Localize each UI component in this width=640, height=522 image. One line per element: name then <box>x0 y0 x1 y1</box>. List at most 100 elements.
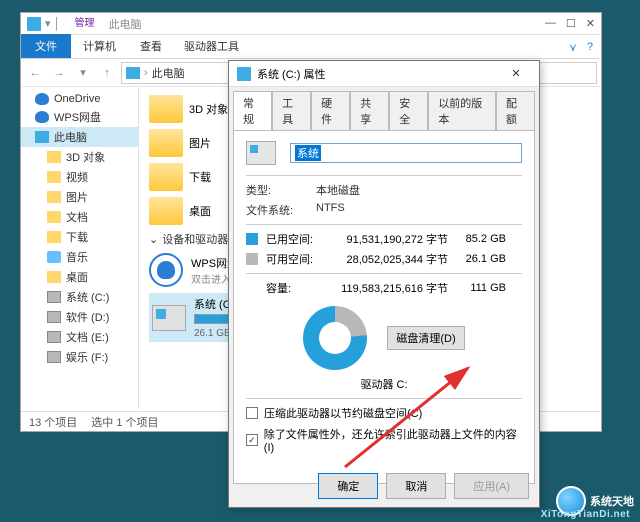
capacity-bytes: 119,583,215,616 字节 <box>330 280 448 296</box>
sidebar-item-label: OneDrive <box>54 93 100 105</box>
ribbon-tab-drivetools[interactable]: 驱动器工具 <box>174 34 249 58</box>
sidebar-item[interactable]: 视频 <box>21 167 138 187</box>
address-chevron: › <box>144 67 148 79</box>
nav-up[interactable]: ↑ <box>97 63 117 83</box>
usage-pie-chart <box>303 306 367 370</box>
sidebar-item-label: 娱乐 (F:) <box>66 349 108 365</box>
watermark-url: XiTongTianDi.net <box>541 509 630 520</box>
close-button[interactable]: ✕ <box>586 17 595 30</box>
sidebar-item[interactable]: 文档 (E:) <box>21 327 138 347</box>
apply-button[interactable]: 应用(A) <box>454 473 529 499</box>
nav-recent[interactable]: ▾ <box>73 63 93 83</box>
maximize-button[interactable]: ☐ <box>566 17 576 30</box>
drive-icon <box>152 305 186 331</box>
ic-cloud-icon <box>35 111 49 123</box>
qat-sep: ▾ │ <box>45 17 60 30</box>
chevron-down-icon: ⌄ <box>149 233 158 246</box>
nav-back[interactable]: ← <box>25 63 45 83</box>
sidebar-item[interactable]: 系统 (C:) <box>21 287 138 307</box>
sidebar-item-label: 图片 <box>66 189 88 205</box>
sidebar-item[interactable]: WPS网盘 <box>21 107 138 127</box>
used-bytes: 91,531,190,272 字节 <box>330 231 448 247</box>
status-item-count: 13 个项目 <box>29 414 77 430</box>
sidebar-item[interactable]: 此电脑 <box>21 127 138 147</box>
folder-item[interactable]: 下载 <box>149 163 211 191</box>
window-title: 此电脑 <box>108 16 141 32</box>
compress-label: 压缩此驱动器以节约磁盘空间(C) <box>264 405 422 421</box>
free-swatch <box>246 253 258 265</box>
manage-label: 管理 <box>64 14 104 33</box>
ic-folder-icon <box>47 211 61 223</box>
file-tab[interactable]: 文件 <box>21 34 71 58</box>
fs-value: NTFS <box>316 202 345 218</box>
type-label: 类型: <box>246 182 316 198</box>
ribbon: 文件 计算机 查看 驱动器工具 ⋎ ? <box>21 35 601 59</box>
ic-folder-icon <box>47 191 61 203</box>
dialog-title: 系统 (C:) 属性 <box>257 66 325 82</box>
ribbon-tab-computer[interactable]: 计算机 <box>71 34 128 58</box>
folder-icon <box>149 95 183 123</box>
folder-label: 图片 <box>189 135 211 151</box>
props-tab[interactable]: 硬件 <box>311 91 350 130</box>
sidebar-item[interactable]: 文档 <box>21 207 138 227</box>
dialog-close-button[interactable]: ✕ <box>501 67 531 80</box>
capacity-label: 容量: <box>266 280 322 296</box>
folder-item[interactable]: 桌面 <box>149 197 211 225</box>
sidebar-item[interactable]: 娱乐 (F:) <box>21 347 138 367</box>
index-label: 除了文件属性外，还允许索引此驱动器上文件的内容(I) <box>264 426 522 454</box>
ic-cloud-icon <box>35 93 49 105</box>
drive-icon <box>246 141 276 165</box>
folder-item[interactable]: 图片 <box>149 129 211 157</box>
sidebar-item[interactable]: 下载 <box>21 227 138 247</box>
nav-fwd[interactable]: → <box>49 63 69 83</box>
sidebar-item-label: 下载 <box>66 229 88 245</box>
volume-name-input[interactable]: 系统 <box>290 143 522 163</box>
folder-item[interactable]: 3D 对象 <box>149 95 228 123</box>
ic-drive-icon <box>47 331 61 343</box>
sidebar-item[interactable]: 桌面 <box>21 267 138 287</box>
drive-icon <box>237 67 251 81</box>
help-icon[interactable]: ? <box>587 41 593 54</box>
ic-music-icon <box>47 251 61 263</box>
sidebar-item-label: 视频 <box>66 169 88 185</box>
used-gb: 85.2 GB <box>456 233 506 245</box>
sidebar-item-label: WPS网盘 <box>54 109 101 125</box>
ic-folder-icon <box>47 151 61 163</box>
sidebar-item[interactable]: 图片 <box>21 187 138 207</box>
sidebar-item[interactable]: 3D 对象 <box>21 147 138 167</box>
ribbon-tab-view[interactable]: 查看 <box>128 34 174 58</box>
ic-folder-icon <box>47 171 61 183</box>
pc-icon <box>126 67 140 79</box>
props-tab[interactable]: 共享 <box>350 91 389 130</box>
ic-drive-icon <box>47 351 61 363</box>
sidebar-item-label: 桌面 <box>66 269 88 285</box>
sidebar-item[interactable]: 软件 (D:) <box>21 307 138 327</box>
index-checkbox[interactable]: ✓ <box>246 434 258 446</box>
folder-icon <box>149 129 183 157</box>
props-tab[interactable]: 工具 <box>272 91 311 130</box>
cancel-button[interactable]: 取消 <box>386 473 446 499</box>
used-label: 已用空间: <box>266 231 322 247</box>
ic-drive-icon <box>47 311 61 323</box>
props-tab[interactable]: 配额 <box>496 91 535 130</box>
folder-label: 3D 对象 <box>189 101 228 117</box>
minimize-button[interactable]: — <box>545 17 556 30</box>
props-tab[interactable]: 安全 <box>389 91 428 130</box>
sidebar-item[interactable]: OneDrive <box>21 91 138 107</box>
tab-strip: 常规工具硬件共享安全以前的版本配额 <box>229 87 539 130</box>
ok-button[interactable]: 确定 <box>318 473 378 499</box>
folder-icon <box>149 197 183 225</box>
fs-label: 文件系统: <box>246 202 316 218</box>
props-tab[interactable]: 以前的版本 <box>428 91 496 130</box>
help-button[interactable]: ⋎ <box>569 41 577 54</box>
ic-drive-icon <box>47 291 61 303</box>
folder-label: 桌面 <box>189 203 211 219</box>
sidebar-item-label: 文档 (E:) <box>66 329 109 345</box>
watermark-text: 系统天地 <box>590 493 634 509</box>
address-segment[interactable]: 此电脑 <box>152 65 185 81</box>
props-tab[interactable]: 常规 <box>233 91 272 130</box>
sidebar-item[interactable]: 音乐 <box>21 247 138 267</box>
disk-cleanup-button[interactable]: 磁盘清理(D) <box>387 326 464 350</box>
compress-checkbox[interactable] <box>246 407 258 419</box>
free-bytes: 28,052,025,344 字节 <box>330 251 448 267</box>
